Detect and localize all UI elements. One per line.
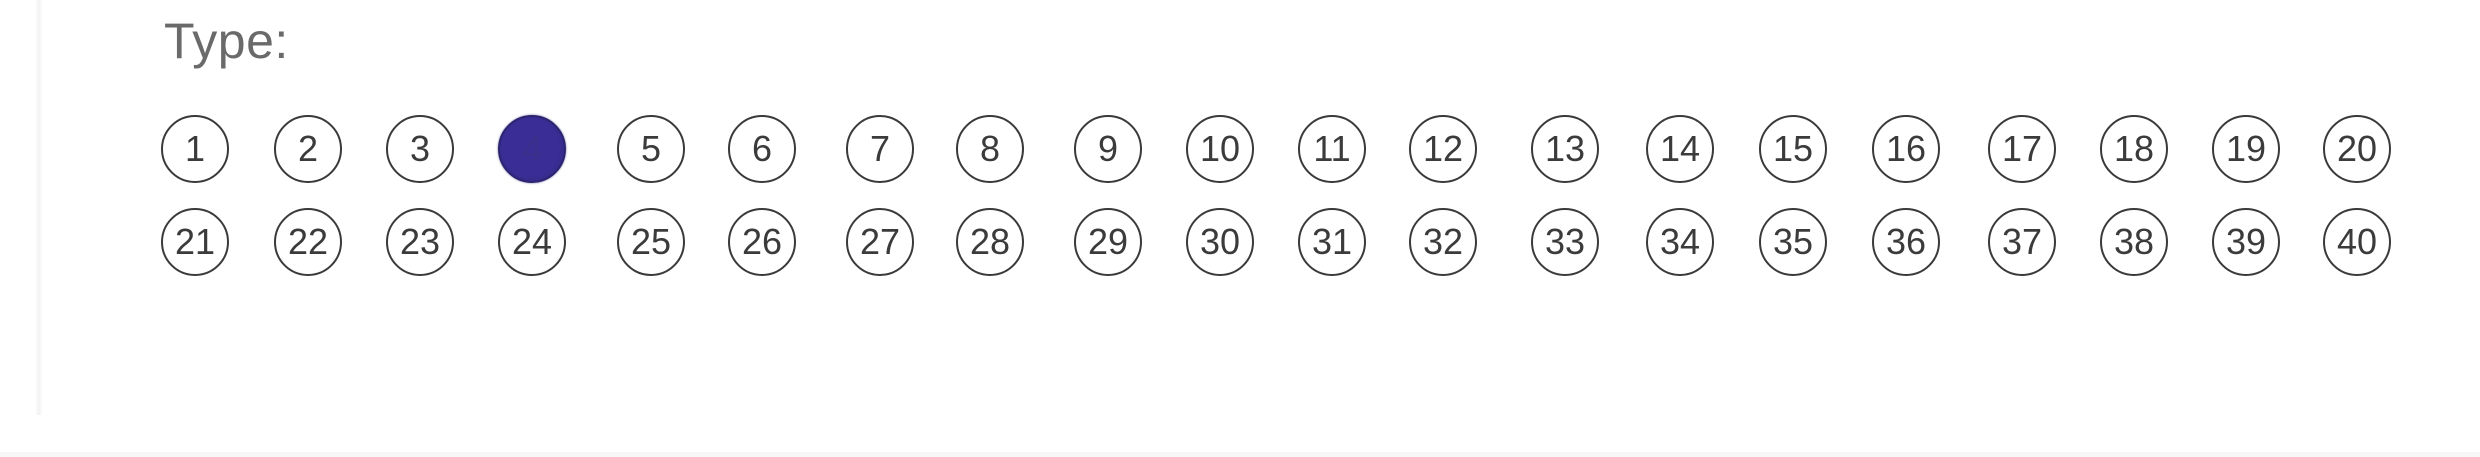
bubble-option-17[interactable]: 17 xyxy=(1988,115,2056,183)
bubble-option-33[interactable]: 33 xyxy=(1531,208,1599,276)
bubble-option-38[interactable]: 38 xyxy=(2100,208,2168,276)
bubble-option-18[interactable]: 18 xyxy=(2100,115,2168,183)
bubble-number: 33 xyxy=(1544,221,1586,262)
bubble-option-20[interactable]: 20 xyxy=(2323,115,2391,183)
bubble-number: 20 xyxy=(2336,128,2378,169)
bubble-option-12[interactable]: 12 xyxy=(1409,115,1477,183)
bubble-number: 1 xyxy=(184,128,206,169)
bubble-number: 39 xyxy=(2225,221,2267,262)
bubble-number: 16 xyxy=(1885,128,1927,169)
bubble-number: 28 xyxy=(969,221,1011,262)
bubble-number: 32 xyxy=(1422,221,1464,262)
bubble-option-37[interactable]: 37 xyxy=(1988,208,2056,276)
bubble-option-5[interactable]: 5 xyxy=(617,115,685,183)
bubble-number: 19 xyxy=(2225,128,2267,169)
bubble-number: 14 xyxy=(1659,128,1701,169)
bubble-number: 23 xyxy=(399,221,441,262)
type-label: Type: xyxy=(164,13,289,69)
bubble-option-8[interactable]: 8 xyxy=(956,115,1024,183)
bubble-number: 38 xyxy=(2113,221,2155,262)
bubble-number: 8 xyxy=(979,128,1001,169)
bubble-number: 12 xyxy=(1422,128,1464,169)
bubble-option-11[interactable]: 11 xyxy=(1298,115,1366,183)
bubble-option-19[interactable]: 19 xyxy=(2212,115,2280,183)
bubble-option-31[interactable]: 31 xyxy=(1298,208,1366,276)
bubble-option-32[interactable]: 32 xyxy=(1409,208,1477,276)
bubble-option-24[interactable]: 24 xyxy=(498,208,566,276)
bubble-option-4[interactable]: 4 xyxy=(498,115,566,183)
bubble-option-22[interactable]: 22 xyxy=(274,208,342,276)
bubble-option-39[interactable]: 39 xyxy=(2212,208,2280,276)
bubble-option-29[interactable]: 29 xyxy=(1074,208,1142,276)
bubble-option-7[interactable]: 7 xyxy=(846,115,914,183)
bubble-number: 10 xyxy=(1199,128,1241,169)
bubble-number: 34 xyxy=(1659,221,1701,262)
bubble-option-2[interactable]: 2 xyxy=(274,115,342,183)
bubble-option-16[interactable]: 16 xyxy=(1872,115,1940,183)
bubble-option-3[interactable]: 3 xyxy=(386,115,454,183)
bubble-number: 6 xyxy=(751,128,773,169)
bubble-number: 27 xyxy=(859,221,901,262)
bubble-number: 13 xyxy=(1544,128,1586,169)
bubble-number: 40 xyxy=(2336,221,2378,262)
bubble-option-21[interactable]: 21 xyxy=(161,208,229,276)
bubble-option-23[interactable]: 23 xyxy=(386,208,454,276)
bubble-number: 22 xyxy=(287,221,329,262)
bubble-row-1: 1 2 3 4 5 6 7 8 9 10 11 12 13 14 15 16 17 18 19 20 xyxy=(0,115,2480,187)
bubble-row-2: 21 22 23 24 25 26 27 28 29 30 31 32 33 34 35 36 37 38 39 40 xyxy=(0,208,2480,280)
bubble-option-15[interactable]: 15 xyxy=(1759,115,1827,183)
bubble-option-40[interactable]: 40 xyxy=(2323,208,2391,276)
bubble-number: 35 xyxy=(1772,221,1814,262)
bubble-number: 31 xyxy=(1311,221,1353,262)
bubble-number: 17 xyxy=(2001,128,2043,169)
bubble-number: 37 xyxy=(2001,221,2043,262)
bubble-option-14[interactable]: 14 xyxy=(1646,115,1714,183)
bubble-option-6[interactable]: 6 xyxy=(728,115,796,183)
bubble-number: 30 xyxy=(1199,221,1241,262)
bubble-option-35[interactable]: 35 xyxy=(1759,208,1827,276)
bubble-option-26[interactable]: 26 xyxy=(728,208,796,276)
bubble-option-1[interactable]: 1 xyxy=(161,115,229,183)
bubble-number: 18 xyxy=(2113,128,2155,169)
bubble-number: 3 xyxy=(409,128,431,169)
bubble-number: 11 xyxy=(1313,128,1351,169)
bubble-option-25[interactable]: 25 xyxy=(617,208,685,276)
bubble-option-34[interactable]: 34 xyxy=(1646,208,1714,276)
bubble-option-27[interactable]: 27 xyxy=(846,208,914,276)
bubble-number: 7 xyxy=(869,128,891,169)
bubble-option-10[interactable]: 10 xyxy=(1186,115,1254,183)
bubble-number: 29 xyxy=(1087,221,1129,262)
scan-edge-bottom xyxy=(0,452,2480,457)
bubble-option-9[interactable]: 9 xyxy=(1074,115,1142,183)
bubble-option-30[interactable]: 30 xyxy=(1186,208,1254,276)
bubble-number: 24 xyxy=(511,221,553,262)
bubble-number: 26 xyxy=(741,221,783,262)
bubble-number: 21 xyxy=(174,221,216,262)
answer-sheet: Type: 1 2 3 4 5 6 7 8 9 10 11 12 13 14 15 16 17 18 19 20 21… xyxy=(0,0,2480,457)
bubble-number: 4 xyxy=(521,128,543,169)
bubble-option-13[interactable]: 13 xyxy=(1531,115,1599,183)
bubble-number: 36 xyxy=(1885,221,1927,262)
bubble-number: 5 xyxy=(640,128,662,169)
bubble-number: 9 xyxy=(1097,128,1119,169)
bubble-option-28[interactable]: 28 xyxy=(956,208,1024,276)
bubble-number: 25 xyxy=(630,221,672,262)
bubble-number: 15 xyxy=(1772,128,1814,169)
bubble-option-36[interactable]: 36 xyxy=(1872,208,1940,276)
bubble-number: 2 xyxy=(297,128,319,169)
